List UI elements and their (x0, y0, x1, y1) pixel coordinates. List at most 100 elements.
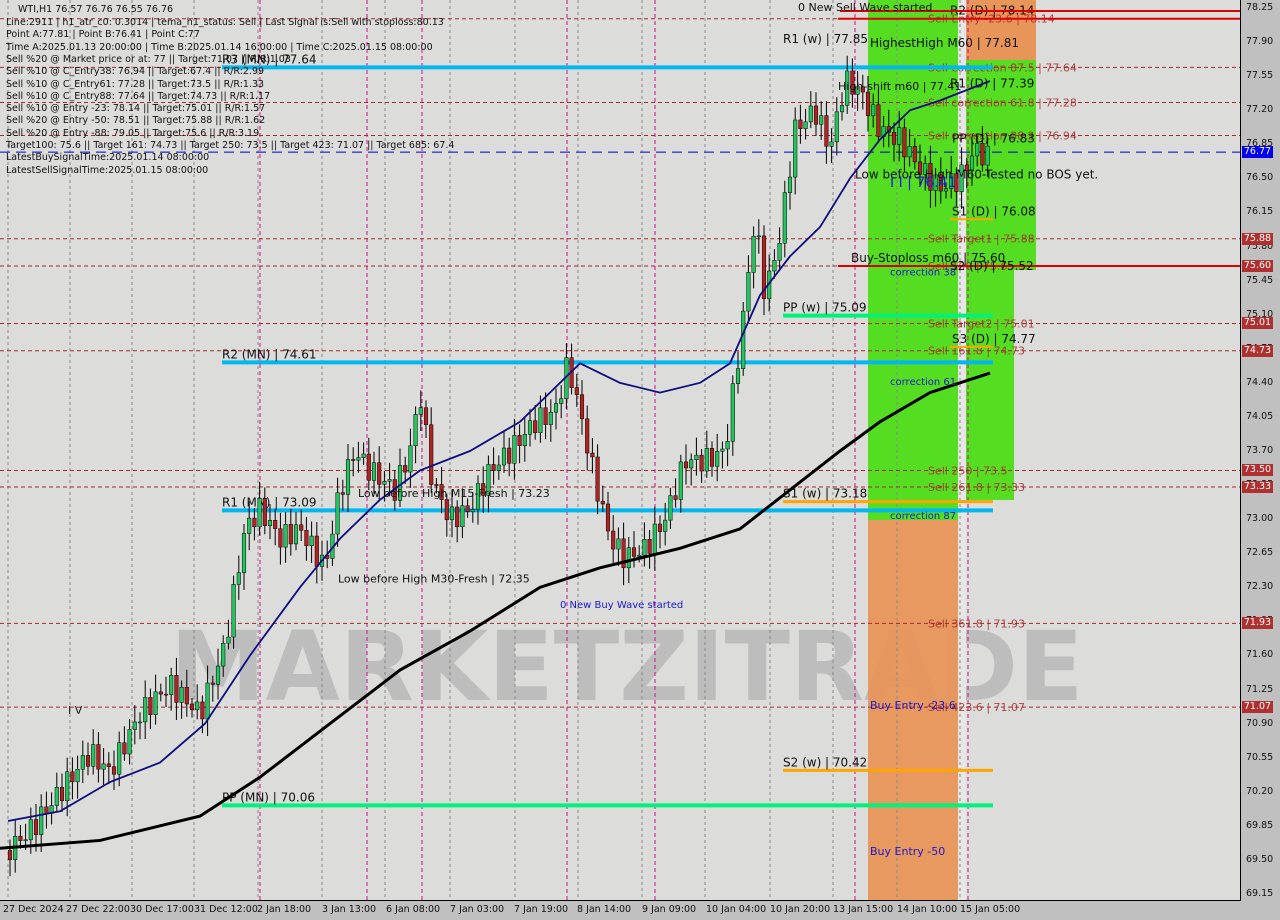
bear-candle (278, 528, 283, 548)
bear-candle (340, 492, 345, 495)
bull-candle (80, 755, 85, 770)
bull-candle (548, 411, 553, 425)
bull-candle (559, 398, 564, 404)
bull-candle (668, 495, 673, 521)
price-badge: 76.77 (1242, 146, 1273, 159)
bull-candle (663, 519, 668, 532)
bull-candle (23, 839, 28, 842)
bull-candle (616, 538, 621, 550)
x-tick-label: 27 Dec 22:00 (66, 904, 130, 915)
y-tick-label: 69.15 (1246, 888, 1274, 899)
bear-candle (434, 484, 439, 486)
bear-candle (304, 530, 309, 546)
bull-candle (720, 448, 725, 452)
price-badge: 74.73 (1242, 344, 1273, 357)
chart-plot-area[interactable]: MARKETZITRADE Sell Entry -23.6 | 78.14 Sel… (0, 0, 1241, 901)
bull-candle (501, 447, 507, 466)
bear-candle (455, 506, 460, 528)
bull-candle (449, 506, 455, 521)
bull-candle (975, 143, 980, 157)
x-tick-label: 8 Jan 14:00 (577, 904, 632, 915)
bull-candle (371, 462, 377, 481)
bear-candle (611, 530, 616, 550)
pivot-label: R2 (MN) | 74.61 (222, 347, 317, 361)
price-badge: 75.60 (1242, 260, 1273, 272)
bull-candle (538, 407, 543, 433)
bear-candle (699, 454, 704, 472)
info-line: Line:2911 | h1_atr_c0: 0.3014 | tema_h1_… (6, 17, 444, 28)
bear-candle (210, 682, 215, 685)
x-tick-label: 15 Jan 05:00 (960, 904, 1021, 915)
bull-candle (782, 192, 787, 244)
chart-annotation: I I | 76.41 (890, 175, 956, 191)
y-tick-label: 74.05 (1246, 410, 1274, 422)
bear-candle (444, 499, 449, 521)
x-tick-label: 2 Jan 18:00 (257, 904, 312, 915)
bull-candle (361, 453, 366, 458)
bull-candle (725, 441, 730, 450)
bull-candle (91, 744, 96, 767)
bear-candle (18, 835, 23, 841)
bear-candle (122, 742, 127, 755)
pivot-label: PP (D) | 76.83 (952, 131, 1035, 145)
bull-candle (735, 368, 741, 384)
chart-annotation: Low before High M15-Fresh | 73.23 (358, 487, 550, 500)
bear-candle (252, 517, 257, 528)
bear-candle (657, 523, 663, 532)
bear-candle (174, 675, 179, 703)
bull-candle (741, 310, 746, 369)
y-tick-label: 76.15 (1246, 206, 1274, 218)
pivot-label: R1 (D) | 77.39 (950, 77, 1034, 91)
info-line: LatestSellSignalTime:2025.01.15 08:00:00 (6, 164, 209, 176)
y-tick-label: 69.85 (1246, 819, 1274, 831)
bull-candle (382, 481, 387, 485)
bull-candle (413, 414, 418, 447)
bull-candle (169, 675, 174, 695)
x-tick-label: 14 Jan 10:00 (897, 904, 958, 915)
bull-candle (746, 272, 751, 312)
pivot-label: HighestHigh M60 | 77.81 (870, 36, 1019, 50)
bear-candle (824, 115, 829, 147)
bull-candle (704, 447, 709, 472)
bull-candle (231, 584, 236, 638)
bear-candle (200, 701, 205, 720)
chart-annotation: correction 87 (890, 511, 956, 522)
y-tick-label: 69.50 (1246, 853, 1274, 865)
bear-candle (314, 535, 319, 567)
bull-candle (689, 459, 694, 469)
bull-candle (527, 420, 533, 435)
bull-candle (839, 105, 845, 113)
bear-candle (7, 849, 13, 860)
bull-candle (226, 636, 231, 644)
bull-candle (195, 701, 200, 711)
chart-annotation: Buy Entry -23.6 (870, 699, 956, 712)
bull-candle (309, 535, 314, 546)
bull-candle (215, 665, 221, 685)
y-tick-label: 70.55 (1246, 751, 1274, 763)
info-line: Sell %20 @ Entry -88: 79.05 || Target:75… (6, 127, 260, 139)
info-line: Time A:2025.01.13 20:00:00 | Time B:2025… (6, 41, 433, 53)
bull-candle (730, 383, 735, 442)
y-tick-label: 74.40 (1246, 376, 1274, 388)
bear-candle (59, 787, 65, 801)
bear-candle (574, 387, 579, 395)
bull-candle (75, 768, 80, 783)
bull-candle (793, 119, 798, 178)
y-tick-label: 73.00 (1246, 513, 1274, 525)
bull-candle (678, 461, 683, 500)
bull-candle (626, 547, 631, 569)
bull-candle (772, 260, 777, 272)
price-badge: 75.88 (1242, 232, 1273, 245)
bull-candle (496, 464, 501, 471)
target-level-label: Sell Target2 | 75.01 (928, 317, 1035, 330)
bear-candle (507, 447, 512, 464)
info-line: Sell %10 @ C_Entry38: 76.94 || Target:67… (6, 66, 265, 78)
y-tick-label: 71.60 (1246, 649, 1274, 661)
bull-candle (267, 520, 273, 526)
bear-candle (533, 420, 538, 433)
bull-candle (829, 141, 834, 147)
pivot-label: R1 (MN) | 73.09 (222, 495, 317, 509)
bear-candle (579, 394, 585, 420)
bull-candle (153, 691, 158, 715)
price-badge: 73.33 (1242, 481, 1273, 494)
